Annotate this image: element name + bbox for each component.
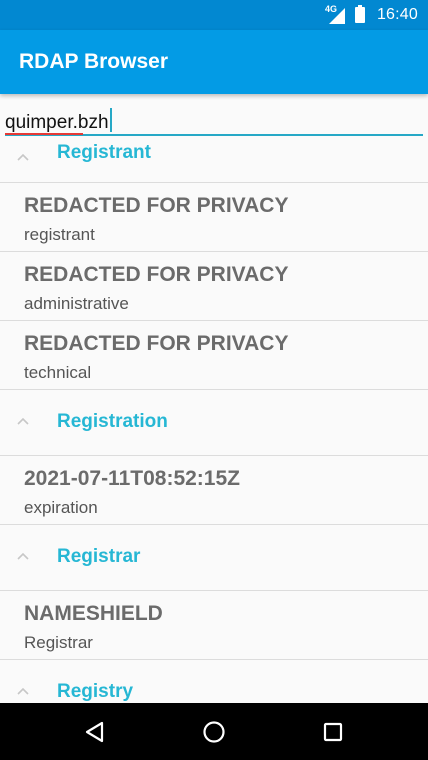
- search-input-value: quimper.bzh: [5, 110, 109, 136]
- entity-role: technical: [24, 363, 92, 382]
- app-bar: RDAP Browser: [0, 30, 428, 94]
- text-cursor: [109, 108, 112, 132]
- chevron-up-icon: [17, 687, 29, 695]
- spellcheck-underline: [5, 133, 83, 135]
- recents-square-icon[interactable]: [320, 719, 346, 745]
- entity-role: administrative: [24, 294, 129, 313]
- search-text: quimper.bzh: [5, 112, 109, 133]
- entity-role: registrant: [24, 225, 95, 244]
- search-bar: quimper.bzh: [0, 94, 428, 144]
- cell-signal-icon: [329, 8, 345, 24]
- list-item-technical[interactable]: REDACTED FOR PRIVACY technical: [0, 321, 428, 390]
- chevron-up-icon: [17, 417, 29, 425]
- entity-name: REDACTED FOR PRIVACY: [24, 263, 289, 286]
- list-item-administrative[interactable]: REDACTED FOR PRIVACY administrative: [0, 252, 428, 321]
- clock: 16:40: [376, 6, 418, 23]
- event-date: 2021-07-11T08:52:15Z: [24, 467, 240, 490]
- section-label: Registrant: [57, 144, 151, 163]
- event-type: expiration: [24, 498, 98, 517]
- app-title: RDAP Browser: [19, 50, 168, 73]
- chevron-up-icon: [17, 552, 29, 560]
- status-bar: 4G 16:40: [0, 0, 428, 30]
- section-header-registrar[interactable]: Registrar: [0, 524, 428, 591]
- list-item-expiration[interactable]: 2021-07-11T08:52:15Z expiration: [0, 456, 428, 525]
- entity-name: REDACTED FOR PRIVACY: [24, 194, 289, 217]
- section-label: Registrar: [57, 546, 141, 567]
- back-triangle-icon[interactable]: [82, 719, 108, 745]
- list-item-registrant[interactable]: REDACTED FOR PRIVACY registrant: [0, 183, 428, 252]
- section-header-registration[interactable]: Registration: [0, 389, 428, 456]
- home-circle-icon[interactable]: [201, 719, 227, 745]
- chevron-up-icon: [17, 153, 29, 161]
- section-header-registry[interactable]: Registry: [0, 659, 428, 704]
- entity-name: REDACTED FOR PRIVACY: [24, 332, 289, 355]
- section-label: Registration: [57, 411, 168, 432]
- entity-role: Registrar: [24, 633, 93, 652]
- battery-icon: [355, 5, 365, 23]
- section-header-registrant[interactable]: Registrant: [0, 144, 428, 183]
- section-label: Registry: [57, 681, 134, 702]
- domain-search-input[interactable]: quimper.bzh: [5, 108, 423, 136]
- entity-name: NAMESHIELD: [24, 602, 163, 625]
- system-nav-bar: [0, 703, 428, 760]
- rdap-result-list[interactable]: Registrant REDACTED FOR PRIVACY registra…: [0, 144, 428, 704]
- list-item-registrar[interactable]: NAMESHIELD Registrar: [0, 591, 428, 660]
